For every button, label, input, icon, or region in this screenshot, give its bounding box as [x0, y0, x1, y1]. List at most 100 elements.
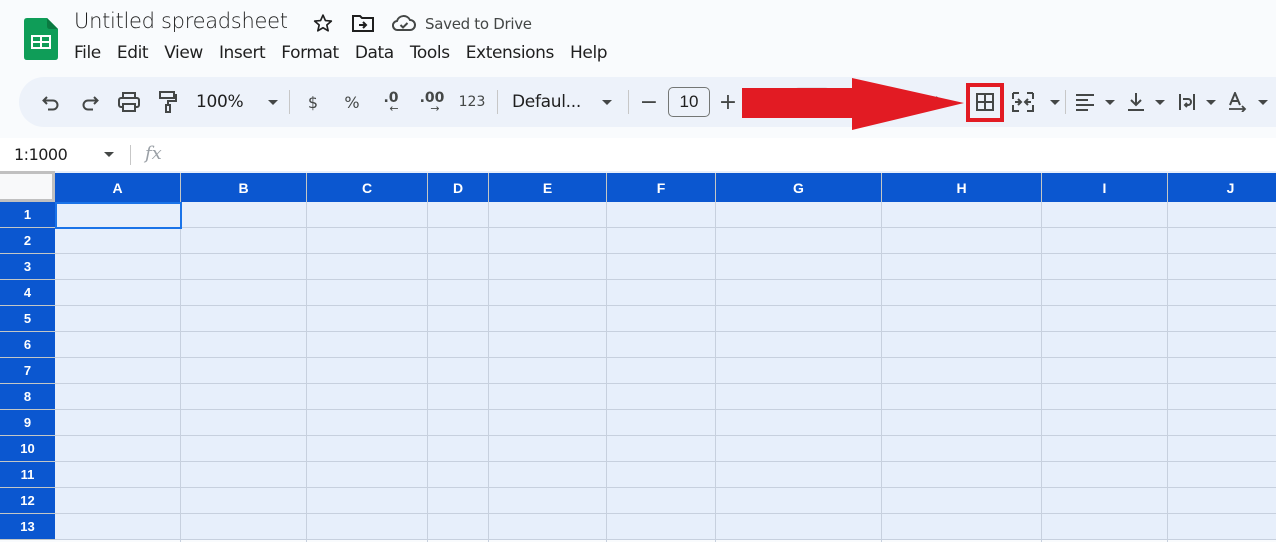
active-cell[interactable] [55, 202, 182, 229]
row-gridline [55, 513, 1276, 514]
row-header-12[interactable]: 12 [0, 488, 55, 514]
save-status[interactable]: Saved to Drive [425, 15, 532, 33]
decrease-font-size-button[interactable]: − [638, 87, 660, 117]
name-box[interactable]: 1:1000 [14, 145, 68, 164]
menu-edit[interactable]: Edit [109, 41, 156, 65]
menu-insert[interactable]: Insert [211, 41, 273, 65]
increase-font-size-button[interactable]: + [717, 87, 739, 117]
highlight-box [966, 83, 1004, 122]
row-header-9[interactable]: 9 [0, 410, 55, 436]
sheets-logo-icon[interactable] [24, 18, 58, 60]
column-header-c[interactable]: C [307, 173, 428, 202]
row-gridline [55, 305, 1276, 306]
toolbar-divider [497, 90, 498, 114]
align-left-icon [1076, 94, 1094, 111]
align-bottom-icon [1128, 93, 1144, 111]
column-header-e[interactable]: E [489, 173, 607, 202]
column-header-a[interactable]: A [55, 173, 181, 202]
chevron-down-icon [1258, 99, 1268, 105]
select-all-corner-inner [0, 174, 52, 199]
red-arrow-annotation [742, 78, 964, 130]
column-header-f[interactable]: F [607, 173, 716, 202]
row-gridline [55, 357, 1276, 358]
undo-icon [42, 96, 59, 111]
row-header-7[interactable]: 7 [0, 358, 55, 384]
menu-data[interactable]: Data [347, 41, 402, 65]
column-header-i[interactable]: I [1042, 173, 1168, 202]
star-icon[interactable] [312, 12, 334, 34]
formula-bar [0, 138, 1276, 171]
redo-icon [82, 96, 99, 111]
row-header-13[interactable]: 13 [0, 514, 55, 540]
row-gridline [55, 279, 1276, 280]
row-header-5[interactable]: 5 [0, 306, 55, 332]
column-header-g[interactable]: G [716, 173, 882, 202]
document-title[interactable]: Untitled spreadsheet [74, 9, 288, 33]
menu-help[interactable]: Help [562, 41, 615, 65]
horizontal-align-button[interactable] [1075, 87, 1115, 117]
menu-tools[interactable]: Tools [402, 41, 458, 65]
row-header-4[interactable]: 4 [0, 280, 55, 306]
toolbar-divider [628, 90, 629, 114]
arrow-right-icon: → [430, 101, 440, 115]
row-header-2[interactable]: 2 [0, 228, 55, 254]
row-header-3[interactable]: 3 [0, 254, 55, 280]
chevron-down-icon [1155, 99, 1165, 105]
menu-view[interactable]: View [156, 41, 211, 65]
chevron-down-icon [1105, 99, 1115, 105]
chevron-down-icon [268, 99, 278, 105]
chevron-down-icon [1050, 99, 1060, 105]
menu-extensions[interactable]: Extensions [458, 41, 562, 65]
font-value: Defaul... [512, 92, 581, 112]
print-button[interactable] [116, 87, 142, 117]
move-folder-icon[interactable] [352, 12, 374, 34]
text-rotation-icon [1229, 92, 1247, 112]
column-header-d[interactable]: D [428, 173, 489, 202]
text-wrap-icon [1179, 94, 1195, 110]
print-icon [118, 92, 140, 112]
chevron-down-icon[interactable] [104, 152, 114, 157]
row-gridline [55, 435, 1276, 436]
row-header-10[interactable]: 10 [0, 436, 55, 462]
text-rotation-button[interactable] [1228, 87, 1268, 117]
text-wrapping-button[interactable] [1178, 87, 1216, 117]
column-header-h[interactable]: H [882, 173, 1042, 202]
row-gridline [55, 461, 1276, 462]
font-size-input[interactable]: 10 [668, 87, 710, 117]
row-header-8[interactable]: 8 [0, 384, 55, 410]
row-gridline [55, 409, 1276, 410]
cloud-saved-icon[interactable] [392, 12, 416, 34]
vertical-align-button[interactable] [1127, 87, 1165, 117]
font-select[interactable]: Defaul... [512, 87, 612, 117]
row-gridline [55, 227, 1276, 228]
fx-icon: fx [145, 143, 162, 164]
toolbar-divider [1065, 90, 1066, 114]
row-gridline [55, 331, 1276, 332]
paint-format-button[interactable] [155, 87, 181, 117]
more-formats-button[interactable]: 123 [456, 87, 488, 117]
row-header-11[interactable]: 11 [0, 462, 55, 488]
row-gridline [55, 253, 1276, 254]
chevron-down-icon [602, 99, 612, 105]
arrow-left-icon: ← [389, 101, 399, 115]
increase-decimal-button[interactable]: .00 → [418, 87, 446, 117]
decrease-decimal-button[interactable]: .0 ← [378, 87, 404, 117]
column-header-j[interactable]: J [1168, 173, 1276, 202]
row-header-6[interactable]: 6 [0, 332, 55, 358]
column-header-b[interactable]: B [181, 173, 307, 202]
menu-bar: File Edit View Insert Format Data Tools … [66, 41, 615, 65]
menu-format[interactable]: Format [273, 41, 347, 65]
row-gridline [55, 487, 1276, 488]
zoom-select[interactable]: 100% [196, 87, 278, 117]
merge-cells-button[interactable] [1012, 87, 1060, 117]
row-header-1[interactable]: 1 [0, 202, 55, 228]
row-gridline [55, 383, 1276, 384]
currency-format-button[interactable]: $ [300, 87, 326, 117]
toolbar-divider [289, 90, 290, 114]
percent-format-button[interactable]: % [339, 87, 365, 117]
paint-format-icon [159, 91, 177, 113]
undo-button[interactable] [38, 87, 64, 117]
zoom-value: 100% [196, 92, 244, 112]
menu-file[interactable]: File [66, 41, 109, 65]
redo-button[interactable] [77, 87, 103, 117]
